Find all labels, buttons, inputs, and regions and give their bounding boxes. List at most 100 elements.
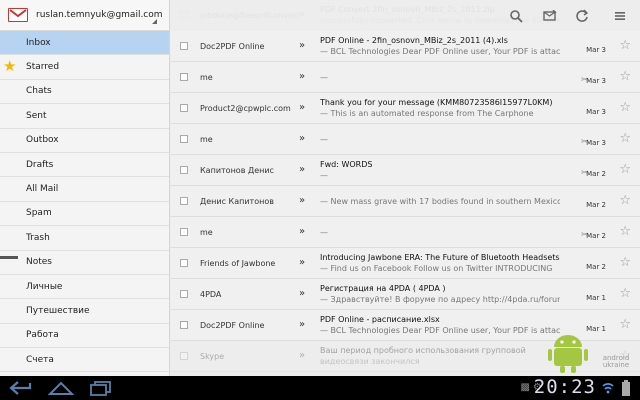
refresh-icon[interactable] (572, 6, 592, 26)
sidebar-item-11[interactable]: Путешествие (0, 299, 169, 324)
scroll-indicator (0, 256, 18, 259)
message-sender: me (200, 228, 213, 237)
chevron-right-icon: » (299, 257, 306, 268)
message-checkbox[interactable] (180, 352, 188, 360)
message-checkbox[interactable] (180, 197, 188, 205)
sidebar-item-8[interactable]: Trash (0, 226, 169, 251)
chevron-right-icon: » (299, 195, 306, 206)
star-outline-icon[interactable]: ☆ (619, 194, 631, 207)
star-outline-icon[interactable]: ☆ (619, 70, 631, 83)
sidebar-item-12[interactable]: Работа (0, 324, 169, 349)
recent-apps-icon[interactable] (88, 380, 114, 396)
search-icon[interactable] (506, 6, 526, 26)
message-checkbox[interactable] (180, 135, 188, 143)
action-bar (170, 0, 640, 31)
message-snippet: — (320, 171, 328, 180)
message-sender: Капитонов Денис (200, 166, 274, 175)
chevron-right-icon: » (299, 40, 306, 51)
account-switcher[interactable]: ruslan.temnyuk@gmail.com (0, 0, 169, 31)
sidebar-item-5[interactable]: Drafts (0, 153, 169, 178)
message-date: Mar 2 (586, 232, 606, 240)
sidebar-item-13[interactable]: Счета (0, 348, 169, 373)
message-checkbox[interactable] (180, 259, 188, 267)
message-subject: Thank you for your message (KMM80723586I… (320, 98, 553, 107)
sidebar-item-4[interactable]: Outbox (0, 129, 169, 153)
star-outline-icon[interactable]: ☆ (619, 132, 631, 145)
label-list: Inbox ★ Starred Chats Sent Outbox Drafts All Ma… (0, 31, 169, 373)
message-row[interactable]: Product2@cpwplc.com » Thank you for your m… (171, 93, 640, 124)
message-subject: Fwd: WORDS (320, 160, 373, 169)
message-sender: me (200, 73, 213, 82)
compose-icon[interactable] (540, 6, 560, 26)
message-checkbox[interactable] (180, 42, 188, 50)
sidebar-item-1[interactable]: ★ Starred (0, 55, 169, 80)
star-outline-icon[interactable]: ☆ (619, 225, 631, 238)
sidebar-item-10[interactable]: Личные (0, 275, 169, 300)
message-checkbox[interactable] (180, 290, 188, 298)
star-outline-icon[interactable]: ☆ (619, 39, 631, 52)
sidebar-item-label: Starred (26, 62, 60, 73)
message-snippet: — (320, 135, 328, 144)
message-date: Mar 3 (586, 46, 606, 54)
sidebar: ruslan.temnyuk@gmail.com Inbox ★ Starred Ch… (0, 0, 170, 376)
android-tray-icon: ▩ (520, 382, 530, 393)
clock: 20:23 (533, 376, 596, 398)
chevron-right-icon: » (299, 288, 306, 299)
message-row[interactable]: Friends of Jawbone » Introducing Jawbone E… (171, 248, 640, 279)
home-icon[interactable] (48, 380, 74, 396)
back-icon[interactable] (8, 380, 34, 396)
message-row[interactable]: 4PDA » Регистрация на 4PDA ( 4PDA ) — Здрав… (171, 279, 640, 310)
star-outline-icon[interactable]: ☆ (619, 318, 631, 331)
sidebar-item-6[interactable]: All Mail (0, 177, 169, 202)
sidebar-item-9[interactable]: Notes (0, 251, 169, 275)
message-subject: PDF Online - расписание.xlsx (320, 315, 440, 324)
message-snippet: — (320, 228, 328, 237)
chevron-right-icon: » (299, 71, 306, 82)
chevron-right-icon: » (299, 350, 306, 361)
sidebar-item-2[interactable]: Chats (0, 80, 169, 105)
message-checkbox[interactable] (180, 166, 188, 174)
message-snippet: — Find us on Facebook Follow us on Twitt… (320, 264, 553, 273)
message-row[interactable]: Капитонов Денис» Fwd: WORDS — ✂ Mar 2 ☆ (171, 155, 640, 186)
account-dropdown-icon (152, 19, 157, 24)
chevron-right-icon: » (299, 319, 306, 330)
message-row[interactable]: me» — ✂ Mar 3 ☆ (171, 62, 640, 93)
message-checkbox[interactable] (180, 228, 188, 236)
message-list: jobdone@freepdfconvert...»PDF Convert 2f… (171, 0, 640, 376)
message-checkbox[interactable] (180, 73, 188, 81)
sidebar-item-7[interactable]: Spam (0, 202, 169, 227)
message-snippet: — (320, 73, 328, 82)
sidebar-item-3[interactable]: Sent (0, 104, 169, 129)
message-row[interactable]: Doc2PDF Online » PDF Online - 2fin_osnovn_… (171, 31, 640, 62)
menu-icon[interactable] (610, 6, 630, 26)
sidebar-item-label: Chats (26, 86, 52, 97)
message-date: Mar 1 (586, 294, 606, 302)
star-outline-icon[interactable]: ☆ (619, 101, 631, 114)
chevron-right-icon: » (299, 102, 306, 113)
sidebar-item-label: Работа (26, 330, 59, 341)
sidebar-item-label: Notes (26, 257, 52, 268)
sidebar-item-label: Счета (26, 354, 54, 365)
sidebar-item-label: Trash (26, 232, 50, 243)
gmail-logo (8, 8, 28, 22)
message-checkbox[interactable] (180, 104, 188, 112)
sidebar-item-label: Drafts (26, 159, 54, 170)
message-snippet: видеосвязи закончился (320, 357, 420, 366)
message-row[interactable]: Денис Капитонов » — New mass grave with 17… (171, 186, 640, 217)
message-row[interactable]: me» — ✂ Mar 3 ☆ (171, 124, 640, 155)
sidebar-item-label: Личные (26, 281, 63, 292)
message-snippet: — BCL Technologies Dear PDF Online user,… (320, 47, 560, 56)
sidebar-item-0[interactable]: Inbox (0, 31, 169, 56)
message-row[interactable]: me» — ✂ Mar 2 ☆ (171, 217, 640, 248)
message-date: Mar 3 (586, 139, 606, 147)
star-outline-icon[interactable]: ☆ (619, 163, 631, 176)
message-date: Mar 3 (586, 77, 606, 85)
star-outline-icon[interactable]: ☆ (619, 256, 631, 269)
message-sender: Friends of Jawbone (200, 259, 276, 268)
message-sender: Денис Капитонов (200, 197, 274, 206)
message-checkbox[interactable] (180, 321, 188, 329)
android-robot-watermark (548, 335, 588, 373)
sidebar-item-label: Путешествие (26, 305, 90, 316)
star-outline-icon[interactable]: ☆ (619, 287, 631, 300)
message-subject: PDF Online - 2fin_osnovn_MBiz_2s_2011 (4… (320, 36, 508, 45)
